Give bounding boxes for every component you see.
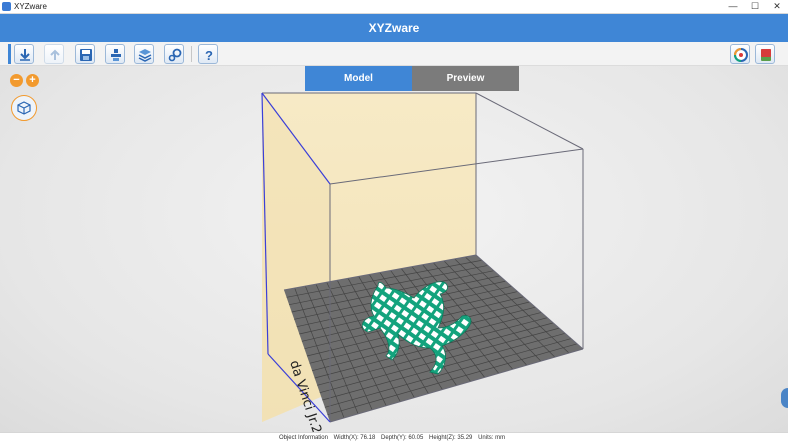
tab-preview[interactable]: Preview bbox=[412, 66, 519, 91]
tab-model[interactable]: Model bbox=[305, 66, 412, 91]
printer-status-icon bbox=[734, 48, 748, 62]
filament-icon bbox=[761, 49, 771, 61]
maximize-button[interactable]: ☐ bbox=[744, 0, 766, 13]
settings-button[interactable] bbox=[164, 44, 184, 64]
app-icon bbox=[2, 2, 11, 11]
save-icon bbox=[80, 49, 92, 61]
side-panel-handle[interactable] bbox=[781, 388, 788, 408]
status-height: Height(Z): 35.29 bbox=[429, 435, 473, 441]
status-depth: Depth(Y): 60.05 bbox=[381, 435, 424, 441]
os-titlebar: XYZware — ☐ ✕ bbox=[0, 0, 788, 14]
print-button[interactable] bbox=[134, 44, 154, 64]
status-bar: Object Information Width(X): 76.18 Depth… bbox=[0, 432, 788, 444]
filament-button[interactable] bbox=[755, 44, 775, 64]
status-label: Object Information bbox=[278, 435, 328, 441]
toolbar-accent bbox=[8, 44, 11, 64]
build-volume-scene: da Vinci Jr.2.0 Mi bbox=[261, 92, 584, 432]
close-button[interactable]: ✕ bbox=[766, 0, 788, 13]
toolbar: ? bbox=[0, 42, 788, 66]
printer-status-button[interactable] bbox=[730, 44, 750, 64]
help-icon: ? bbox=[205, 48, 213, 63]
minimize-button[interactable]: — bbox=[722, 0, 744, 13]
adjust-button[interactable] bbox=[105, 44, 125, 64]
toolbar-separator bbox=[191, 46, 192, 62]
import-icon bbox=[20, 49, 30, 61]
adjust-icon bbox=[111, 49, 121, 61]
app-header: XYZware bbox=[0, 14, 788, 42]
zoom-in-button[interactable]: + bbox=[26, 74, 39, 87]
app-window: XYZware — ☐ ✕ XYZware ? da Vinci Jr.2.0 … bbox=[0, 0, 788, 444]
app-title: XYZware bbox=[368, 21, 420, 35]
window-title: XYZware bbox=[14, 2, 47, 11]
cube-icon bbox=[17, 101, 31, 115]
svg-text:?: ? bbox=[205, 48, 213, 63]
view-cube-button[interactable] bbox=[11, 95, 37, 121]
settings-icon bbox=[168, 48, 182, 62]
print-icon bbox=[138, 49, 152, 62]
3d-viewport[interactable]: da Vinci Jr.2.0 Mi Model Preview − + bbox=[0, 66, 788, 432]
export-button[interactable] bbox=[44, 44, 64, 64]
help-button[interactable]: ? bbox=[198, 44, 218, 64]
status-units: Units: mm bbox=[478, 435, 506, 441]
save-button[interactable] bbox=[75, 44, 95, 64]
export-icon bbox=[50, 49, 60, 60]
zoom-out-button[interactable]: − bbox=[10, 74, 23, 87]
import-button[interactable] bbox=[14, 44, 34, 64]
status-width: Width(X): 76.18 bbox=[333, 435, 376, 441]
